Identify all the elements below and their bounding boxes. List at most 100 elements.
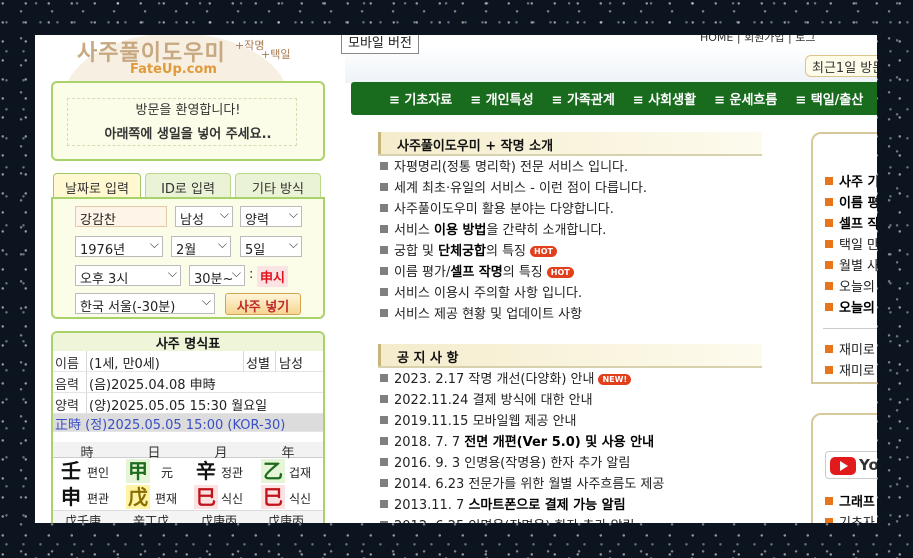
header-cloud-background (345, 45, 877, 83)
intro-item[interactable]: 서비스 제공 현황 및 업데이트 사항 (380, 303, 582, 323)
intro-item-text: 의 특징 (502, 265, 543, 280)
branch-year-role: 식신 (289, 492, 312, 506)
welcome-box: 방문을 환영합니다! 아래쪽에 생일을 넣어 주세요.. (51, 81, 325, 161)
notice-item-bold: 스마트폰으로 결제 가능 알림 (468, 498, 626, 513)
tab-other-method[interactable]: 기타 방식 (235, 173, 321, 198)
logo-domain: FateUp.com (130, 62, 217, 77)
intro-badge: HOT (546, 267, 574, 278)
divider (243, 351, 244, 371)
right-item-monthly[interactable]: 월별 사 (825, 255, 877, 274)
right-item-self-naming[interactable]: 셀프 작 (825, 213, 877, 232)
solar-label: 양력 (55, 399, 79, 414)
notice-item-text: 2019.11.15 모바일웹 제공 안내 (394, 414, 577, 429)
notice-item-text: 2016. 9. 3 인명용(작명용) 한자 추가 알림 (394, 456, 631, 471)
intro-item-text: 자평명리(정통 명리학) 전문 서비스 입니다. (394, 160, 629, 175)
location-select[interactable]: 한국 서울(-30분) (75, 293, 215, 314)
intro-item[interactable]: 자평명리(정통 명리학) 전문 서비스 입니다. (380, 156, 628, 176)
mobile-version-link[interactable]: 모바일 버전 (341, 35, 419, 54)
intro-item-text: 세계 최초·유일의 서비스 - 이런 점이 다릅니다. (394, 181, 648, 196)
day-select[interactable]: 5일 (240, 236, 302, 257)
stem-year-role: 겁재 (289, 466, 312, 480)
notice-item[interactable]: 2023. 2.17 작명 개선(다양화) 안내 NEW! (380, 368, 632, 388)
right-divider (823, 328, 877, 329)
notice-item[interactable]: 2022.11.24 결제 방식에 대한 안내 (380, 389, 593, 409)
solar-value: (양)2025.05.05 15:30 월요일 (89, 399, 268, 414)
intro-item[interactable]: 세계 최초·유일의 서비스 - 이런 점이 다릅니다. (380, 177, 647, 197)
right-item-fun-2[interactable]: 재미로 (825, 360, 875, 379)
insert-saju-button[interactable]: 사주 넣기 (225, 293, 301, 315)
divider (86, 393, 87, 413)
nav-personal-traits[interactable]: ≡ 개인특성 (470, 89, 533, 108)
site-logo[interactable]: 사주풀이도우미 +작명 +택일 FateUp.com (35, 35, 335, 101)
jisi-badge: 申시 (257, 266, 288, 287)
branch-hour-role: 편관 (87, 492, 110, 506)
lunar-value: (음)2025.04.08 申時 (89, 378, 216, 393)
solar-row: 양력 (양)2025.05.05 15:30 월요일 (53, 393, 323, 414)
name-label: 이름 (55, 357, 79, 372)
welcome-instruction: 아래쪽에 생일을 넣어 주세요.. (104, 127, 272, 142)
intro-item-text: 을 간략히 소개합니다. (486, 223, 607, 238)
right-menu-box: 기 사주 기 이름 평 셀프 작 택일 만 월별 사 오늘의 오늘의 재미로 재… (811, 132, 877, 384)
notice-item[interactable]: 2016. 9. 3 인명용(작명용) 한자 추가 알림 (380, 452, 630, 472)
calendar-select[interactable]: 양력 (240, 206, 302, 227)
youtube-button[interactable]: You (825, 451, 877, 479)
stem-day: 甲 (126, 459, 150, 483)
intro-item[interactable]: 서비스 이용시 주의할 사항 입니다. (380, 282, 582, 302)
right-item-taegil[interactable]: 택일 만 (825, 234, 877, 253)
branch-month-role: 식신 (221, 492, 244, 506)
nav-family[interactable]: ≡ 가족관계 (552, 89, 615, 108)
minute-select[interactable]: 30분~ (189, 265, 245, 286)
myeongsik-title: 사주 명식표 (53, 333, 323, 352)
stem-month: 辛 (194, 459, 218, 483)
gender-value: 남성 (279, 357, 303, 372)
notice-item-text: 2022.11.24 결제 방식에 대한 안내 (394, 393, 593, 408)
nav-social-life[interactable]: ≡ 사회생활 (633, 89, 696, 108)
top-links[interactable]: HOME | 회원가입 | 로그 (700, 35, 816, 45)
notice-section-title: 공 지 사 항 (378, 344, 762, 366)
intro-item-text: 사주풀이도우미 활용 분야는 다양합니다. (394, 202, 614, 217)
right-item-graph[interactable]: 그래프 (825, 491, 875, 510)
jijanggan-year: 戊庚丙 (268, 514, 305, 523)
month-select[interactable]: 2월 (171, 236, 231, 257)
notice-item[interactable]: 2013.11. 7 스마트폰으로 결제 가능 알림 (380, 494, 626, 514)
intro-item[interactable]: 궁합 및 단체궁합의 특징 HOT (380, 240, 557, 260)
recent-visit-box[interactable]: 최근1일 방문 (805, 55, 877, 77)
intro-badge: HOT (530, 246, 557, 257)
heavenly-stems-row: 壬 편인 甲 元 辛 정관 乙 겁재 (53, 458, 323, 484)
intro-item-text: 서비스 제공 현황 및 업데이트 사항 (394, 307, 583, 322)
branch-day-role: 편재 (155, 492, 178, 506)
notice-item[interactable]: 2019.11.15 모바일웹 제공 안내 (380, 410, 577, 430)
right-item-today-1[interactable]: 오늘의 (825, 276, 875, 295)
right-item-basic[interactable]: 기초자 (825, 512, 875, 523)
notice-item[interactable]: 2018. 7. 7 전면 개편(Ver 5.0) 및 사용 안내 (380, 431, 654, 451)
branch-hour: 申 (59, 485, 83, 509)
main-nav-bar: ≡ 기초자료 ≡ 개인특성 ≡ 가족관계 ≡ 사회생활 ≡ 운세흐름 ≡ 택일/… (351, 82, 877, 115)
right-item-today-2[interactable]: 오늘의 (825, 297, 875, 316)
notice-item[interactable]: 2012. 6.25 인명용(작명용) 한자 추가 알림 (380, 515, 635, 523)
notice-badge: NEW! (598, 374, 632, 385)
logo-sub-taegil: +택일 (261, 48, 291, 61)
tab-id-input[interactable]: ID로 입력 (145, 173, 231, 198)
hour-select[interactable]: 오후 3시 (75, 265, 181, 286)
intro-item[interactable]: 사주풀이도우미 활용 분야는 다양합니다. (380, 198, 614, 218)
right-item-fun-1[interactable]: 재미로 (825, 339, 875, 358)
stem-hour: 壬 (59, 459, 83, 483)
notice-item-text: 2018. 7. 7 (394, 435, 465, 450)
year-select[interactable]: 1976년 (75, 236, 163, 257)
intro-item-text: 서비스 이용시 주의할 사항 입니다. (394, 286, 583, 301)
intro-item[interactable]: 서비스 이용 방법을 간략히 소개합니다. (380, 219, 606, 239)
jeongsi-value: 正時 (정)2025.05.05 15:00 (KOR-30) (55, 418, 286, 433)
notice-item[interactable]: 2014. 6.23 전문가를 위한 월별 사주흐름도 제공 (380, 473, 664, 493)
tab-date-input[interactable]: 날짜로 입력 (53, 173, 141, 198)
jijanggan-day: 辛丁戊 (133, 514, 170, 523)
nav-fortune-flow[interactable]: ≡ 운세흐름 (714, 89, 777, 108)
gender-select[interactable]: 남성 (175, 206, 233, 227)
nav-basic-data[interactable]: ≡ 기초자료 (389, 89, 452, 108)
intro-item[interactable]: 이름 평가/셀프 작명의 특징 HOT (380, 261, 574, 281)
branch-day: 戊 (126, 485, 150, 509)
myeongsik-panel: 사주 명식표 이름 (1세, 만0세) 성별 남성 음력 (음)2025.04.… (51, 331, 325, 523)
right-item-name-eval[interactable]: 이름 평 (825, 192, 877, 211)
nav-date-birth[interactable]: ≡ 택일/출산 (795, 89, 863, 108)
name-input[interactable]: 강감찬 (75, 206, 167, 227)
right-item-saju[interactable]: 사주 기 (825, 171, 877, 190)
